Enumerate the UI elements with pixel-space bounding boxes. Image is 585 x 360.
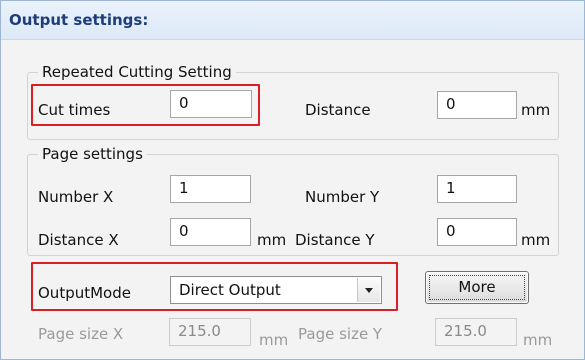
page-size-x-unit: mm — [259, 331, 289, 349]
output-mode-label: OutputMode — [38, 284, 131, 302]
number-x-input[interactable]: 1 — [170, 175, 251, 203]
distance-y-unit: mm — [521, 231, 551, 249]
page-size-x-input: 215.0 — [169, 318, 251, 346]
cut-times-label: Cut times — [38, 101, 111, 119]
more-button[interactable]: More — [425, 271, 529, 304]
number-x-label: Number X — [38, 188, 114, 206]
output-mode-dropdown-button[interactable] — [357, 278, 380, 302]
number-y-input[interactable]: 1 — [437, 175, 517, 203]
page-settings-legend: Page settings — [38, 145, 147, 163]
distance-x-label: Distance X — [38, 231, 119, 249]
cut-times-input[interactable]: 0 — [170, 90, 252, 118]
distance-input[interactable]: 0 — [437, 91, 517, 119]
more-button-label: More — [458, 278, 496, 296]
panel-title: Output settings: — [9, 11, 149, 29]
distance-label: Distance — [305, 101, 371, 119]
distance-unit: mm — [521, 101, 551, 119]
distance-x-input[interactable]: 0 — [170, 218, 251, 246]
chevron-down-icon — [365, 288, 373, 293]
page-size-y-input: 215.0 — [435, 318, 517, 346]
distance-y-label: Distance Y — [295, 231, 375, 249]
number-y-label: Number Y — [305, 188, 380, 206]
distance-x-unit: mm — [257, 231, 287, 249]
repeated-cutting-legend: Repeated Cutting Setting — [38, 63, 236, 81]
panel-header: Output settings: — [1, 1, 584, 40]
distance-y-input[interactable]: 0 — [437, 218, 517, 246]
page-size-x-label: Page size X — [38, 325, 124, 343]
output-mode-select[interactable]: Direct Output — [170, 276, 382, 304]
page-size-y-label: Page size Y — [298, 325, 383, 343]
output-settings-panel: Output settings: Repeated Cutting Settin… — [0, 0, 585, 360]
page-size-y-unit: mm — [523, 331, 553, 349]
output-mode-selected: Direct Output — [179, 281, 281, 299]
